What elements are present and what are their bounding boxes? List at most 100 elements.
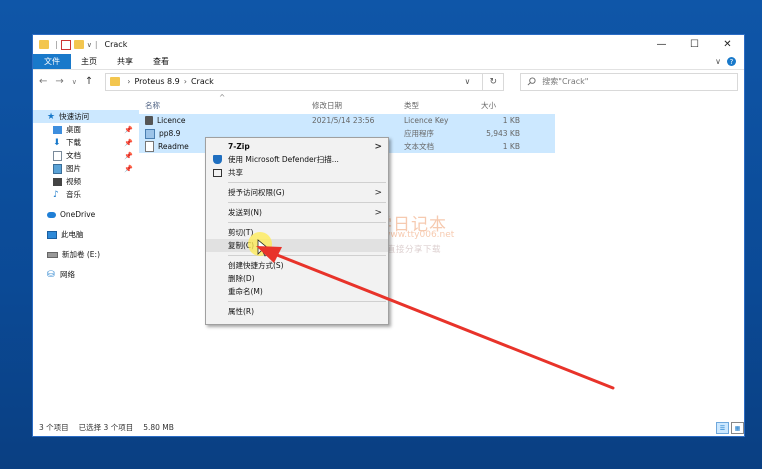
breadcrumb-separator: › bbox=[127, 77, 131, 86]
drive-icon bbox=[47, 251, 58, 258]
address-dropdown-icon[interactable]: ∨ bbox=[464, 77, 482, 86]
nav-music[interactable]: ♪ 音乐 bbox=[33, 188, 139, 201]
cloud-icon bbox=[47, 211, 56, 218]
column-date[interactable]: 修改日期 bbox=[312, 100, 404, 111]
nav-this-pc[interactable]: 此电脑 bbox=[33, 228, 139, 241]
nav-documents[interactable]: 文档 📌 bbox=[33, 149, 139, 162]
submenu-arrow-icon: > bbox=[374, 141, 382, 152]
breadcrumb-proteus[interactable]: Proteus 8.9 bbox=[135, 77, 180, 86]
nav-videos[interactable]: 视频 bbox=[33, 175, 139, 188]
file-size: 1 KB bbox=[502, 116, 520, 125]
search-icon bbox=[527, 77, 536, 86]
menu-item-delete[interactable]: 删除(D) bbox=[206, 272, 388, 285]
expand-ribbon-icon[interactable]: ∨ bbox=[715, 57, 721, 66]
maximize-button[interactable]: ☐ bbox=[678, 35, 711, 54]
tab-file[interactable]: 文件 bbox=[33, 54, 71, 69]
menu-separator bbox=[228, 202, 386, 203]
pin-icon[interactable]: 📌 bbox=[124, 152, 133, 160]
file-type: 应用程序 bbox=[404, 129, 434, 138]
properties-icon[interactable] bbox=[60, 39, 71, 50]
search-box[interactable]: 搜索"Crack" bbox=[520, 72, 739, 91]
file-type: Licence Key bbox=[404, 116, 449, 125]
watermark-url: www.tty006.net bbox=[383, 230, 455, 240]
close-button[interactable]: ✕ bbox=[711, 35, 744, 54]
tab-view[interactable]: 查看 bbox=[143, 54, 179, 69]
menu-item-share[interactable]: 共享 bbox=[206, 166, 388, 179]
menu-item-defender-scan[interactable]: 使用 Microsoft Defender扫描... bbox=[206, 153, 388, 166]
nav-label: 网络 bbox=[60, 270, 75, 279]
pin-icon[interactable]: 📌 bbox=[124, 139, 133, 147]
network-icon: ⛁ bbox=[47, 269, 55, 280]
nav-onedrive[interactable]: OneDrive bbox=[33, 208, 139, 221]
folder-icon bbox=[39, 40, 49, 49]
new-folder-icon[interactable] bbox=[73, 40, 84, 49]
large-icons-view-icon[interactable]: ▦ bbox=[731, 422, 744, 434]
file-name: Licence bbox=[157, 116, 186, 125]
breadcrumb-crack[interactable]: Crack bbox=[191, 77, 214, 86]
menu-label: 属性(R) bbox=[228, 307, 255, 316]
nav-network[interactable]: ⛁ 网络 bbox=[33, 268, 139, 281]
pin-icon[interactable]: 📌 bbox=[124, 165, 133, 173]
title-bar: | ∨ | Crack — ☐ ✕ bbox=[33, 35, 744, 54]
star-icon: ★ bbox=[47, 111, 56, 122]
status-bar: 3 个项目 已选择 3 个项目 5.80 MB ☰ ▦ bbox=[33, 419, 750, 436]
nav-quick-access[interactable]: ★ 快速访问 bbox=[33, 110, 139, 123]
column-size[interactable]: 大小 bbox=[478, 100, 523, 111]
menu-item-properties[interactable]: 属性(R) bbox=[206, 305, 388, 318]
picture-icon bbox=[53, 163, 62, 174]
minimize-button[interactable]: — bbox=[645, 35, 678, 54]
file-date: 2021/5/14 23:56 bbox=[312, 116, 375, 125]
music-icon: ♪ bbox=[53, 189, 59, 200]
nav-pictures[interactable]: 图片 📌 bbox=[33, 162, 139, 175]
shield-icon bbox=[213, 155, 222, 164]
help-icon[interactable]: ? bbox=[727, 57, 736, 66]
menu-item-send-to[interactable]: 发送到(N) > bbox=[206, 206, 388, 219]
desktop-icon bbox=[53, 125, 62, 134]
quick-access-toolbar-dropdown-icon[interactable]: ∨ bbox=[87, 41, 92, 49]
nav-desktop[interactable]: 桌面 📌 bbox=[33, 123, 139, 136]
cursor-highlight bbox=[248, 232, 272, 256]
folder-icon bbox=[110, 77, 121, 86]
menu-separator bbox=[228, 301, 386, 302]
submenu-arrow-icon: > bbox=[374, 187, 382, 198]
nav-drive-e[interactable]: 新加卷 (E:) bbox=[33, 248, 139, 261]
forward-button[interactable]: → bbox=[55, 76, 63, 87]
menu-item-copy[interactable]: 复制(C) bbox=[206, 239, 388, 252]
file-size: 1 KB bbox=[502, 142, 520, 151]
column-type[interactable]: 类型 bbox=[404, 100, 478, 111]
back-button[interactable]: ← bbox=[39, 76, 47, 87]
menu-item-7zip[interactable]: 7-Zip > bbox=[206, 140, 388, 153]
pin-icon[interactable]: 📌 bbox=[124, 126, 133, 134]
application-icon bbox=[145, 128, 155, 139]
file-row[interactable]: Licence 2021/5/14 23:56 Licence Key 1 KB bbox=[139, 114, 555, 127]
nav-label: 音乐 bbox=[66, 190, 81, 199]
breadcrumb-separator: › bbox=[183, 77, 187, 86]
file-type: 文本文档 bbox=[404, 142, 434, 151]
navigation-bar: ← → ∨ ↑ › Proteus 8.9 › Crack ∨ ↻ 搜索"Cra… bbox=[33, 70, 744, 93]
video-icon bbox=[53, 177, 62, 186]
recent-locations-button[interactable]: ∨ bbox=[72, 78, 77, 86]
refresh-button[interactable]: ↻ bbox=[482, 72, 505, 91]
up-button[interactable]: ↑ bbox=[85, 76, 93, 87]
menu-item-cut[interactable]: 剪切(T) bbox=[206, 226, 388, 239]
nav-label: 快速访问 bbox=[59, 112, 90, 121]
column-name-label: 名称 bbox=[145, 100, 160, 110]
title-separator: | bbox=[55, 40, 58, 49]
details-view-icon[interactable]: ☰ bbox=[716, 422, 729, 434]
menu-item-create-shortcut[interactable]: 创建快捷方式(S) bbox=[206, 259, 388, 272]
tab-home[interactable]: 主页 bbox=[71, 54, 107, 69]
file-name: pp8.9 bbox=[159, 129, 181, 138]
menu-item-grant-access[interactable]: 授予访问权限(G) > bbox=[206, 186, 388, 199]
context-menu: 7-Zip > 使用 Microsoft Defender扫描... 共享 授予… bbox=[205, 137, 389, 325]
menu-label: 删除(D) bbox=[228, 274, 255, 283]
nav-label: 桌面 bbox=[66, 125, 81, 134]
item-count: 3 个项目 bbox=[39, 423, 69, 432]
menu-item-rename[interactable]: 重命名(M) bbox=[206, 285, 388, 298]
menu-separator bbox=[228, 255, 386, 256]
tab-share[interactable]: 共享 bbox=[107, 54, 143, 69]
address-bar[interactable]: › Proteus 8.9 › Crack ∨ bbox=[105, 72, 484, 91]
menu-label: 使用 Microsoft Defender扫描... bbox=[228, 155, 339, 164]
submenu-arrow-icon: > bbox=[374, 207, 382, 218]
column-name[interactable]: 名称 ^ bbox=[139, 93, 312, 111]
nav-downloads[interactable]: ⬇ 下载 📌 bbox=[33, 136, 139, 149]
